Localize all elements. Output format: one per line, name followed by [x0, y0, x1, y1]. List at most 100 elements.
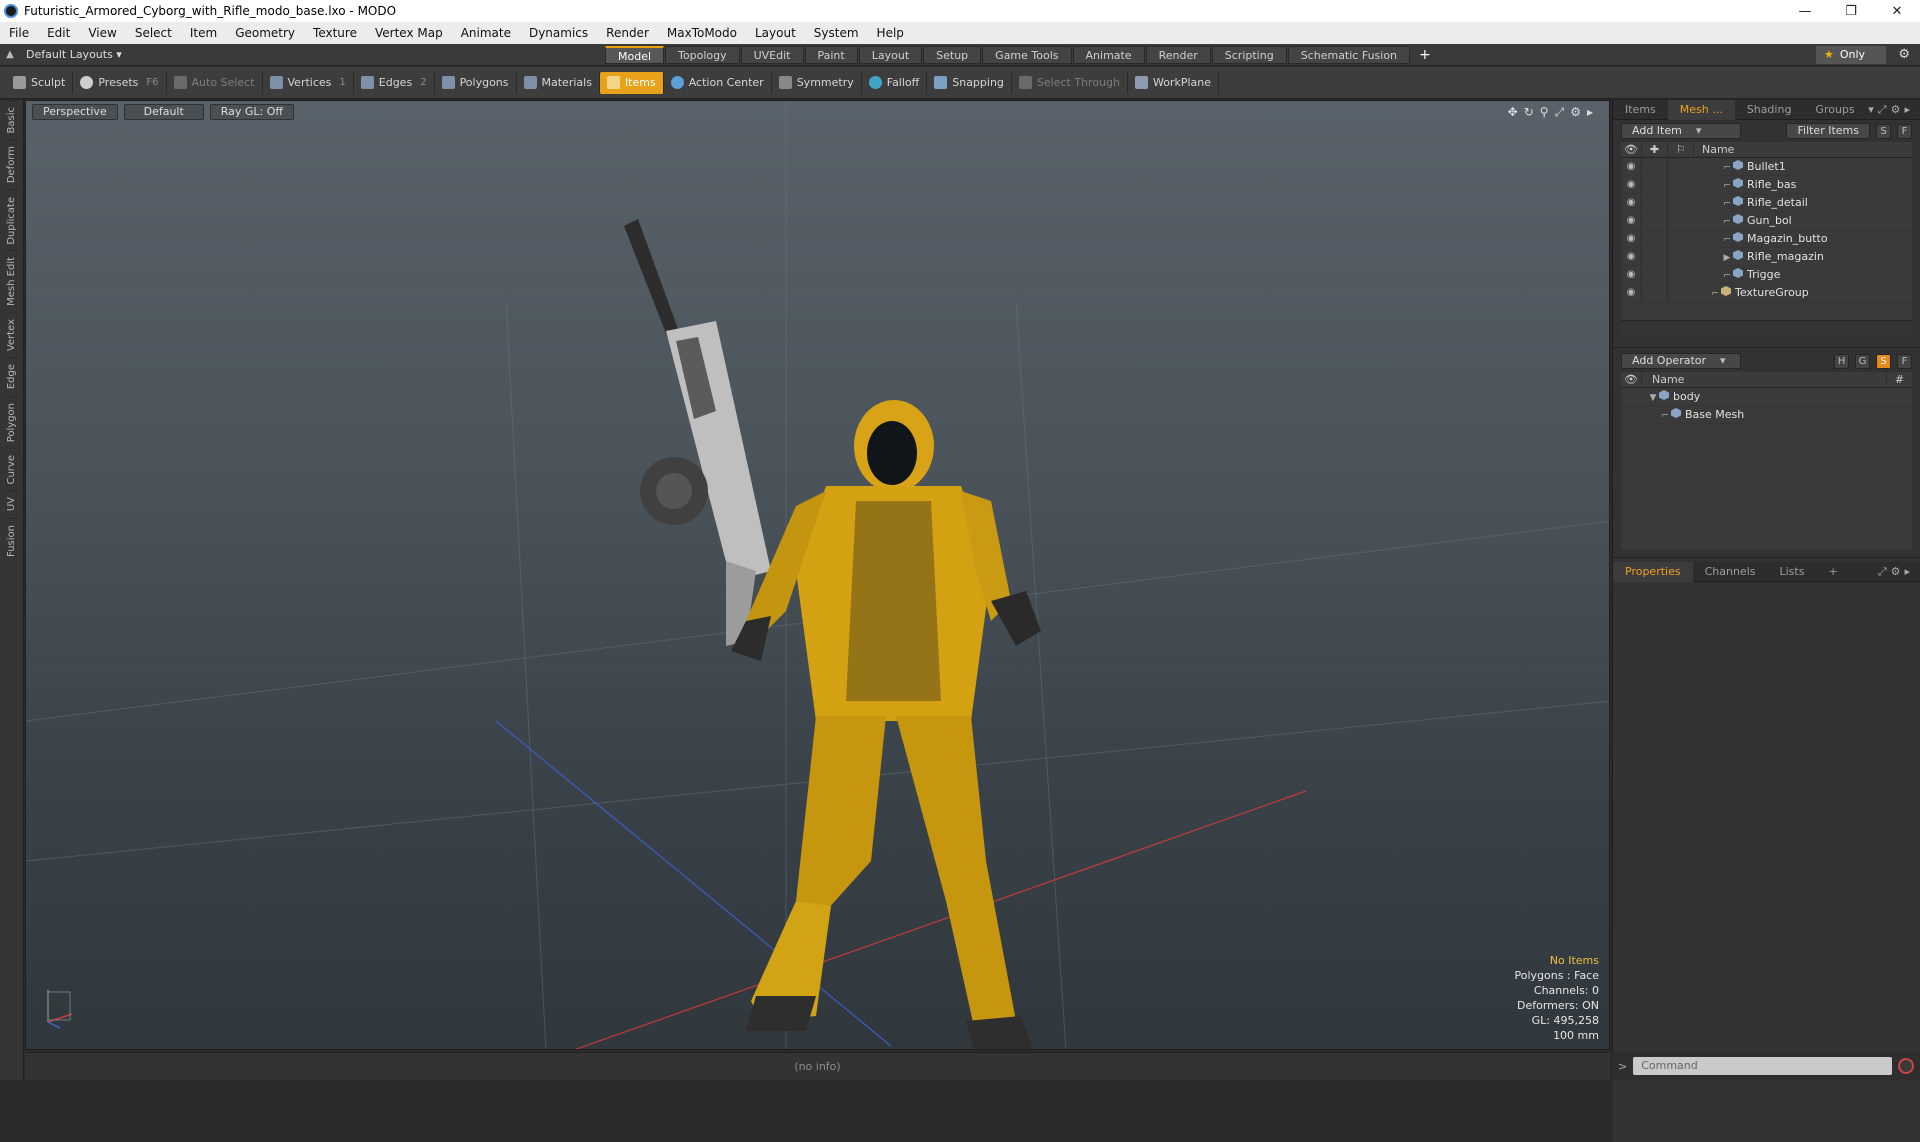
- panel-options-icon[interactable]: ⤢⚙▸: [1878, 565, 1914, 579]
- menu-file[interactable]: File: [0, 22, 38, 44]
- only-toggle[interactable]: ★ Only: [1816, 46, 1886, 64]
- menu-animate[interactable]: Animate: [452, 22, 520, 44]
- tab-setup[interactable]: Setup: [923, 46, 982, 64]
- gear-icon[interactable]: ⚙: [1898, 47, 1910, 62]
- viewport-gear-icon[interactable]: ⚙: [1570, 105, 1581, 120]
- list-item[interactable]: ◉ ⌐ Rifle_bas: [1621, 175, 1912, 194]
- items-f-button[interactable]: F: [1897, 123, 1912, 139]
- tab-game-tools[interactable]: Game Tools: [982, 46, 1072, 64]
- symmetry-button[interactable]: Symmetry: [772, 71, 862, 94]
- tab-channels[interactable]: Channels: [1693, 562, 1768, 582]
- menu-maxtomodo[interactable]: MaxToModo: [658, 22, 746, 44]
- panel-divider[interactable]: [1613, 336, 1920, 348]
- presets-button[interactable]: Presets F6: [73, 71, 167, 94]
- tab-properties[interactable]: Properties: [1613, 561, 1693, 582]
- left-tab-deform[interactable]: Deform: [6, 139, 17, 190]
- tab-lists[interactable]: Lists: [1768, 562, 1817, 582]
- list-item[interactable]: ◉ ⌐ Rifle_detail: [1621, 193, 1912, 212]
- left-tab-mesh-edit[interactable]: Mesh Edit: [6, 250, 17, 313]
- snapping-button[interactable]: Snapping: [927, 71, 1012, 94]
- restore-button[interactable]: ❐: [1828, 0, 1874, 22]
- shading-mode-button[interactable]: Default: [123, 104, 204, 120]
- list-item[interactable]: ⌐ Base Mesh: [1621, 406, 1912, 424]
- tab-scripting[interactable]: Scripting: [1211, 46, 1287, 64]
- tab-layout[interactable]: Layout: [858, 46, 923, 64]
- tab-topology[interactable]: Topology: [665, 46, 740, 64]
- vertices-button[interactable]: Vertices 1: [263, 71, 354, 94]
- close-button[interactable]: ✕: [1874, 0, 1920, 22]
- panel-options-icon[interactable]: ▾⤢⚙▸: [1868, 103, 1914, 117]
- left-tab-vertex[interactable]: Vertex: [6, 312, 17, 358]
- tab-mesh[interactable]: Mesh ...: [1667, 99, 1735, 120]
- zoom-icon[interactable]: ⚲: [1540, 105, 1549, 120]
- command-input[interactable]: Command: [1633, 1057, 1892, 1075]
- action-center-button[interactable]: Action Center: [664, 71, 772, 94]
- panel-divider[interactable]: [1613, 550, 1920, 558]
- rotate-icon[interactable]: ↻: [1524, 105, 1534, 120]
- minimize-button[interactable]: —: [1782, 0, 1828, 22]
- menu-render[interactable]: Render: [597, 22, 658, 44]
- raygl-button[interactable]: Ray GL: Off: [209, 104, 294, 120]
- eye-icon[interactable]: ◉: [1621, 215, 1641, 226]
- tab-paint[interactable]: Paint: [804, 46, 858, 64]
- menu-vertex-map[interactable]: Vertex Map: [366, 22, 452, 44]
- left-tab-edge[interactable]: Edge: [6, 357, 17, 396]
- select-through-button[interactable]: Select Through: [1012, 71, 1128, 94]
- items-horizontal-scrollbar[interactable]: [1621, 320, 1912, 336]
- add-tab-button[interactable]: +: [1411, 46, 1439, 64]
- list-item[interactable]: ◉ ⌐ Magazin_butto: [1621, 229, 1912, 248]
- list-item[interactable]: ◉ ⌐ Bullet1: [1621, 157, 1912, 176]
- list-item[interactable]: ◉ ⌐ Gun_bol: [1621, 211, 1912, 230]
- add-item-button[interactable]: Add Item ▾: [1621, 123, 1741, 139]
- menu-view[interactable]: View: [79, 22, 125, 44]
- menu-geometry[interactable]: Geometry: [226, 22, 304, 44]
- tab-groups[interactable]: Groups: [1803, 100, 1866, 120]
- expand-arrow-icon[interactable]: ▶: [1721, 253, 1733, 263]
- left-tab-polygon[interactable]: Polygon: [6, 395, 17, 448]
- eye-icon[interactable]: ◉: [1621, 233, 1641, 244]
- list-item[interactable]: ▼ body: [1621, 388, 1912, 406]
- expand-arrow-icon[interactable]: ▼: [1647, 393, 1659, 403]
- tab-items[interactable]: Items: [1613, 100, 1668, 120]
- items-s-button[interactable]: S: [1876, 123, 1891, 139]
- menu-layout[interactable]: Layout: [746, 22, 805, 44]
- left-tab-curve[interactable]: Curve: [6, 447, 17, 491]
- operator-s-button[interactable]: S: [1876, 353, 1891, 369]
- tab-animate[interactable]: Animate: [1072, 46, 1145, 64]
- eye-icon[interactable]: ◉: [1621, 161, 1641, 172]
- menu-item[interactable]: Item: [181, 22, 226, 44]
- polygons-button[interactable]: Polygons: [435, 71, 517, 94]
- eye-icon[interactable]: ◉: [1621, 251, 1641, 262]
- eye-icon[interactable]: ◉: [1621, 197, 1641, 208]
- 3d-viewport[interactable]: Perspective Default Ray GL: Off ✥ ↻ ⚲ ⤢ …: [25, 100, 1610, 1050]
- list-item[interactable]: ◉ ⌐ Trigge: [1621, 265, 1912, 284]
- operator-f-button[interactable]: F: [1897, 353, 1912, 369]
- eye-icon[interactable]: ◉: [1621, 179, 1641, 190]
- view-mode-button[interactable]: Perspective: [32, 104, 118, 120]
- edges-button[interactable]: Edges 2: [354, 71, 435, 94]
- menu-select[interactable]: Select: [126, 22, 181, 44]
- operator-h-button[interactable]: H: [1834, 353, 1849, 369]
- auto-select-button[interactable]: Auto Select: [167, 71, 263, 94]
- items-button[interactable]: Items: [599, 71, 664, 94]
- list-item[interactable]: ◉ ⌐ TextureGroup: [1621, 283, 1912, 302]
- workplane-button[interactable]: WorkPlane: [1128, 71, 1219, 94]
- layout-select[interactable]: Default Layouts ▾: [20, 48, 128, 61]
- stop-icon[interactable]: [1898, 1058, 1914, 1074]
- tab-shading[interactable]: Shading: [1735, 100, 1804, 120]
- menu-dynamics[interactable]: Dynamics: [520, 22, 597, 44]
- filter-items-button[interactable]: Filter Items: [1786, 123, 1870, 139]
- menu-edit[interactable]: Edit: [38, 22, 79, 44]
- add-operator-button[interactable]: Add Operator ▾: [1621, 353, 1741, 369]
- left-tab-fusion[interactable]: Fusion: [6, 517, 17, 563]
- left-tab-basic[interactable]: Basic: [6, 100, 17, 140]
- left-tab-uv[interactable]: UV: [6, 490, 17, 518]
- pan-icon[interactable]: ✥: [1508, 105, 1518, 120]
- tab-model[interactable]: Model: [605, 46, 665, 64]
- tab-uvedit[interactable]: UVEdit: [740, 46, 804, 64]
- viewport-menu-icon[interactable]: ▸: [1587, 105, 1593, 120]
- sculpt-button[interactable]: Sculpt: [6, 71, 74, 94]
- materials-button[interactable]: Materials: [517, 71, 600, 94]
- menu-system[interactable]: System: [805, 22, 868, 44]
- tab-schematic-fusion[interactable]: Schematic Fusion: [1287, 46, 1411, 64]
